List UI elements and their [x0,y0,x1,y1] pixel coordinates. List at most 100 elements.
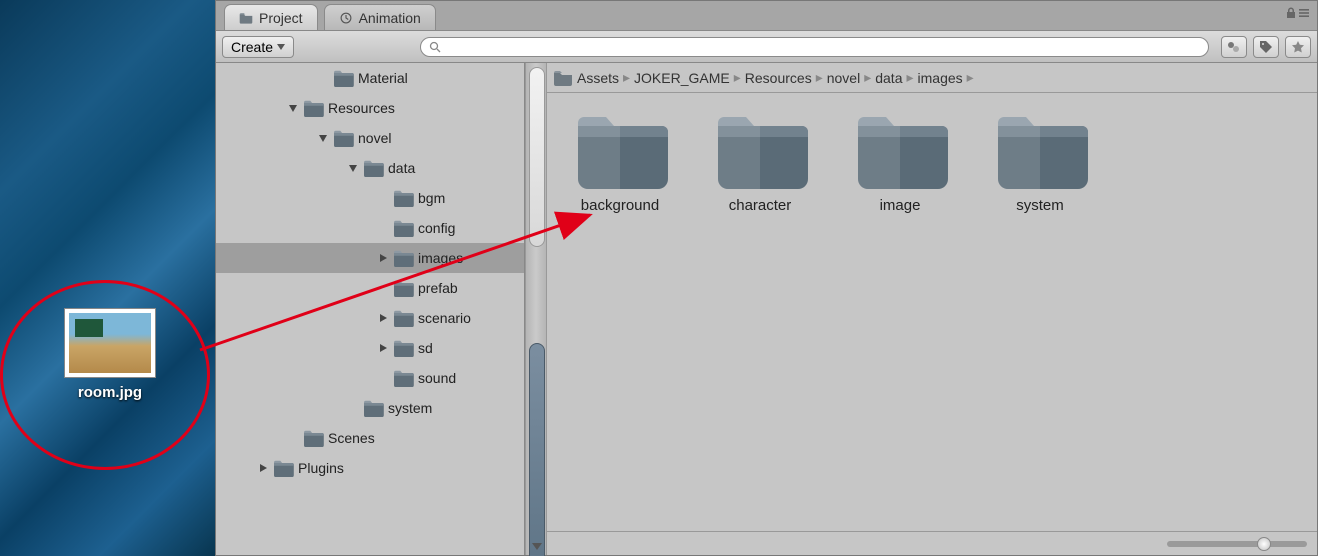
breadcrumb-separator-icon: ▸ [734,69,741,86]
folder-item-background[interactable]: background [565,111,675,214]
breadcrumb-item[interactable]: data [875,70,902,86]
desktop-file[interactable]: room.jpg [64,308,156,401]
tree-item-config[interactable]: config [216,213,524,243]
disclosure-triangle-icon [286,431,300,445]
favorite-button[interactable] [1285,36,1311,58]
tree-scrollbar[interactable] [525,63,547,555]
panel-body: Material Resources novel data bgm config… [216,63,1317,555]
thumbnail-size-slider[interactable] [1167,541,1307,547]
tree-item-label: scenario [418,310,471,326]
breadcrumb-separator-icon: ▸ [864,69,871,86]
breadcrumb-separator-icon: ▸ [623,69,630,86]
disclosure-triangle-icon[interactable] [346,161,360,175]
tab-project[interactable]: Project [224,4,318,30]
disclosure-triangle-icon [376,221,390,235]
desktop-file-name: room.jpg [64,384,156,401]
breadcrumb-separator-icon: ▸ [906,69,913,86]
panel-menu-button[interactable] [1285,7,1309,19]
folder-item-character[interactable]: character [705,111,815,214]
tree-item-resources[interactable]: Resources [216,93,524,123]
breadcrumb-item[interactable]: novel [827,70,860,86]
search-input[interactable] [420,37,1209,57]
slider-knob[interactable] [1257,537,1271,551]
folder-label: system [1016,197,1064,214]
filter-type-icon [1227,40,1241,54]
disclosure-triangle-icon [376,191,390,205]
desktop-area: room.jpg [0,0,215,556]
clock-icon [339,12,353,24]
tree-item-label: bgm [418,190,445,206]
disclosure-triangle-icon[interactable] [286,101,300,115]
disclosure-triangle-icon[interactable] [256,461,270,475]
folder-label: background [581,197,659,214]
content-pane: Assets▸JOKER_GAME▸Resources▸novel▸data▸i… [547,63,1317,555]
chevron-down-icon [531,541,543,551]
tree-item-sd[interactable]: sd [216,333,524,363]
search-icon [429,41,441,53]
star-icon [1291,40,1305,54]
tree-item-label: Resources [328,100,395,116]
tree-item-bgm[interactable]: bgm [216,183,524,213]
create-label: Create [231,39,273,55]
tree-item-novel[interactable]: novel [216,123,524,153]
tree-item-label: Scenes [328,430,375,446]
disclosure-triangle-icon[interactable] [376,341,390,355]
lock-icon [1285,7,1297,19]
tree-item-scenario[interactable]: scenario [216,303,524,333]
content-footer [547,531,1317,555]
tree-item-scenes[interactable]: Scenes [216,423,524,453]
tree-item-sound[interactable]: sound [216,363,524,393]
folder-item-system[interactable]: system [985,111,1095,214]
tab-animation[interactable]: Animation [324,4,436,30]
tag-icon [1259,40,1273,54]
tree-item-label: config [418,220,455,236]
disclosure-triangle-icon[interactable] [376,311,390,325]
folder-label: image [880,197,921,214]
tree-item-label: images [418,250,463,266]
breadcrumb[interactable]: Assets▸JOKER_GAME▸Resources▸novel▸data▸i… [547,63,1317,93]
disclosure-triangle-icon[interactable] [316,131,330,145]
folder-icon [239,12,253,24]
folder-tree[interactable]: Material Resources novel data bgm config… [216,63,524,555]
breadcrumb-item[interactable]: Resources [745,70,812,86]
create-button[interactable]: Create [222,36,294,58]
scrollbar-thumb[interactable] [529,343,545,556]
tree-item-label: prefab [418,280,458,296]
chevron-down-icon [277,44,285,50]
tab-label: Animation [359,10,421,26]
unity-project-panel: Project Animation Create [215,0,1318,556]
breadcrumb-separator-icon: ▸ [967,69,974,86]
tree-item-label: Material [358,70,408,86]
tree-item-images[interactable]: images [216,243,524,273]
tree-item-label: data [388,160,415,176]
breadcrumb-item[interactable]: images [918,70,963,86]
disclosure-triangle-icon [346,401,360,415]
breadcrumb-separator-icon: ▸ [816,69,823,86]
tree-item-label: system [388,400,432,416]
tree-item-label: sound [418,370,456,386]
tree-item-label: sd [418,340,433,356]
breadcrumb-item[interactable]: Assets [577,70,619,86]
tree-item-material[interactable]: Material [216,63,524,93]
scrollbar-thumb[interactable] [529,67,545,247]
disclosure-triangle-icon [316,71,330,85]
tree-item-data[interactable]: data [216,153,524,183]
filter-by-type-button[interactable] [1221,36,1247,58]
filter-by-label-button[interactable] [1253,36,1279,58]
folder-grid[interactable]: background character image system [547,93,1317,531]
tree-item-system[interactable]: system [216,393,524,423]
folder-label: character [729,197,792,214]
tab-bar: Project Animation [216,1,1317,31]
folder-item-image[interactable]: image [845,111,955,214]
folder-icon [553,70,573,86]
tree-item-label: Plugins [298,460,344,476]
tree-item-label: novel [358,130,391,146]
disclosure-triangle-icon[interactable] [376,251,390,265]
disclosure-triangle-icon [376,371,390,385]
tree-item-plugins[interactable]: Plugins [216,453,524,483]
tree-item-prefab[interactable]: prefab [216,273,524,303]
menu-icon [1299,8,1309,18]
breadcrumb-item[interactable]: JOKER_GAME [634,70,730,86]
toolbar: Create [216,31,1317,63]
tab-label: Project [259,10,303,26]
